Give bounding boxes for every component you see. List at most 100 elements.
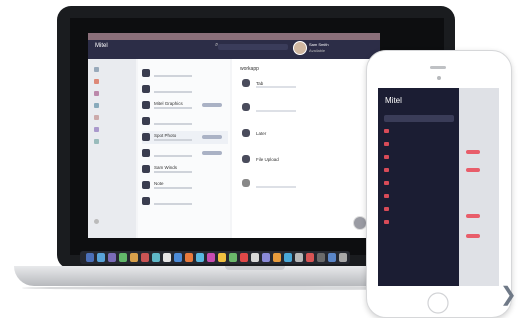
preview-line — [154, 171, 192, 173]
app-header: Mitel ⌕ Sam Smith Available — [88, 33, 380, 59]
sidebar-item-4[interactable] — [94, 103, 99, 109]
avatar — [142, 101, 150, 109]
avatar[interactable] — [293, 41, 307, 55]
preview-line — [154, 123, 192, 125]
menu-icon — [384, 155, 389, 159]
phone-menu-item[interactable] — [384, 180, 454, 186]
app-title: Mitel — [95, 43, 108, 49]
dock-app-icon[interactable] — [251, 253, 259, 262]
list-item[interactable]: Note — [142, 179, 228, 192]
laptop-notch — [225, 266, 285, 270]
conversation-pane: workapp Tab Later File Upload — [232, 59, 380, 238]
dock-app-icon[interactable] — [229, 253, 237, 262]
message-line — [256, 186, 296, 188]
list-item[interactable] — [142, 115, 228, 128]
dock-app-icon[interactable] — [119, 253, 127, 262]
dock-app-icon[interactable] — [185, 253, 193, 262]
list-item-name: Note — [154, 181, 164, 186]
message — [242, 179, 372, 191]
avatar — [142, 117, 150, 125]
sidebar-item-6[interactable] — [94, 127, 99, 133]
status-badge — [466, 168, 480, 172]
dock-app-icon[interactable] — [163, 253, 171, 262]
sidebar-item-7[interactable] — [94, 139, 99, 145]
gear-icon — [94, 219, 99, 224]
sidebar-item-1[interactable] — [94, 67, 99, 73]
settings-icon[interactable] — [94, 219, 99, 225]
dock-app-icon[interactable] — [262, 253, 270, 262]
sidebar-item-3[interactable] — [94, 91, 99, 97]
list-item[interactable] — [142, 83, 228, 96]
dock-app-icon[interactable] — [152, 253, 160, 262]
trash-icon[interactable] — [339, 253, 347, 262]
preview-line — [154, 107, 192, 109]
menu-icon — [384, 181, 389, 185]
search-input[interactable] — [218, 44, 288, 50]
avatar — [242, 129, 250, 137]
phone-search-input[interactable] — [384, 115, 454, 122]
dock-app-icon[interactable] — [207, 253, 215, 262]
avatar — [142, 133, 150, 141]
dock-app-icon[interactable] — [328, 253, 336, 262]
phone-home-button[interactable] — [427, 292, 449, 314]
message-text: Later — [256, 131, 267, 136]
avatar — [142, 85, 150, 93]
dock-app-icon[interactable] — [295, 253, 303, 262]
preview-line — [154, 75, 192, 77]
message — [242, 103, 372, 115]
dock-app-icon[interactable] — [218, 253, 226, 262]
list-item-selected[interactable]: Spot Photo — [142, 131, 228, 144]
list-item[interactable]: Sam Winds — [142, 163, 228, 176]
message-text: File Upload — [256, 157, 279, 162]
phone-menu-item[interactable] — [384, 219, 454, 225]
dock-app-icon[interactable] — [86, 253, 94, 262]
dock-app-icon[interactable] — [196, 253, 204, 262]
preview-line — [154, 91, 192, 93]
header-photo-strip — [88, 33, 380, 40]
phone-menu-item[interactable] — [384, 193, 454, 199]
dock-app-icon[interactable] — [284, 253, 292, 262]
sidebar-item-2[interactable] — [94, 79, 99, 85]
menu-icon — [384, 129, 389, 133]
dock-app-icon[interactable] — [306, 253, 314, 262]
phone-content-panel — [459, 88, 499, 286]
phone-speaker — [430, 66, 446, 69]
list-item[interactable] — [142, 195, 228, 208]
sidebar-icon — [94, 115, 99, 120]
dock-app-icon[interactable] — [240, 253, 248, 262]
phone-menu-item[interactable] — [384, 206, 454, 212]
dock-app-icon[interactable] — [108, 253, 116, 262]
compose-button[interactable] — [353, 216, 367, 230]
sidebar-icon — [94, 79, 99, 84]
dock-app-icon[interactable] — [273, 253, 281, 262]
menu-icon — [384, 220, 389, 224]
status-badge — [202, 151, 222, 155]
dock-app-icon[interactable] — [97, 253, 105, 262]
sidebar-icon — [94, 139, 99, 144]
dock-app-icon[interactable] — [141, 253, 149, 262]
sidebar — [88, 59, 136, 238]
list-item[interactable] — [142, 67, 228, 80]
phone-menu-item[interactable] — [384, 128, 454, 134]
menu-icon — [384, 207, 389, 211]
list-item[interactable] — [142, 147, 228, 160]
list-item[interactable]: Mitel Graphics — [142, 99, 228, 112]
dock-app-icon[interactable] — [174, 253, 182, 262]
dock-app-icon[interactable] — [130, 253, 138, 262]
message: File Upload — [242, 155, 372, 167]
dock-app-icon[interactable] — [317, 253, 325, 262]
phone-menu-item[interactable] — [384, 141, 454, 147]
preview-line — [154, 155, 192, 157]
menu-icon — [384, 168, 389, 172]
status-badge — [202, 135, 222, 139]
attachment-icon — [242, 179, 250, 187]
message: Tab — [242, 79, 372, 91]
phone-menu-item[interactable] — [384, 154, 454, 160]
message-line — [256, 110, 296, 112]
preview-line — [154, 139, 192, 141]
sidebar-item-5[interactable] — [94, 115, 99, 121]
list-item-name: Mitel Graphics — [154, 101, 183, 106]
user-status: Available — [309, 48, 326, 53]
phone-menu-item[interactable] — [384, 167, 454, 173]
phone-camera — [437, 76, 441, 80]
